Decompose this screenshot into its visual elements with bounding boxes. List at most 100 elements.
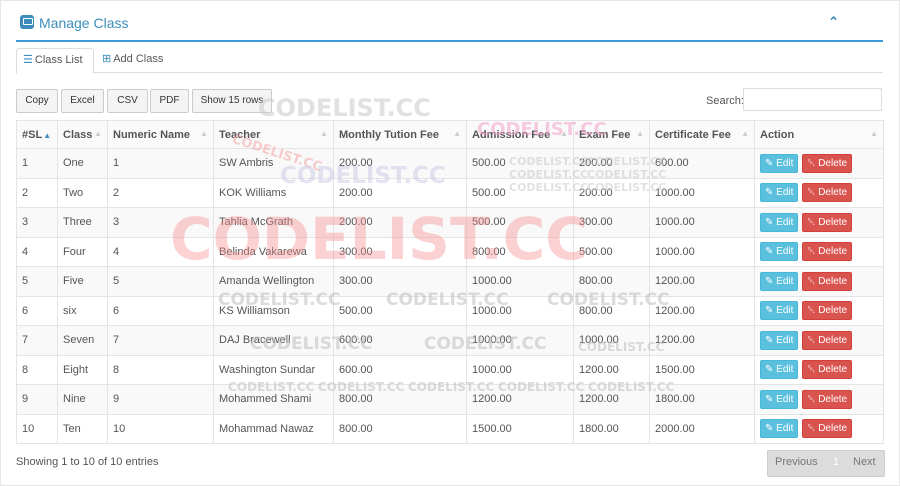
edit-button[interactable]: ✎ Edit [760,301,799,321]
edit-icon: ✎ [765,187,777,199]
table-cell: 500.00 [573,236,650,267]
table-cell: 4 [107,236,214,267]
col-certificate-fee[interactable]: Certificate Fee ▲ [649,120,755,149]
delete-button[interactable]: ␡ Delete [802,212,853,232]
delete-button[interactable]: ␡ Delete [802,271,853,291]
table-cell: 7 [107,325,214,356]
col-admission-fee[interactable]: Admission Fee ▲ [466,120,574,149]
delete-label: Delete [818,246,848,258]
edit-icon: ✎ [765,364,777,376]
table-row: 8 Eight 8 Washington Sundar 600.00 1000.00 120… [16,354,884,385]
col-monthly-fee[interactable]: Monthly Tution Fee ▲ [333,120,467,149]
delete-button[interactable]: ␡ Delete [802,183,853,203]
action-cell: ✎ Edit ␡ Delete [754,354,884,385]
table-cell: 1800.00 [573,413,650,444]
trash-icon: ␡ [807,423,819,435]
delete-label: Delete [818,216,848,228]
table-row: 7 Seven 7 DAJ Bracewell 600.00 1000.00 1000.00… [16,325,884,356]
table-info: Showing 1 to 10 of 10 entries [16,456,159,468]
table-cell: 1000.00 [466,354,574,385]
next-button[interactable]: Next [853,456,876,468]
trash-icon: ␡ [807,187,819,199]
table-cell: SW Ambris [213,148,334,179]
col-exam-fee[interactable]: Exam Fee ▲ [573,120,650,149]
table-cell: 1000.00 [466,266,574,297]
show-rows-button[interactable]: Show 15 rows [192,89,272,113]
class-icon [20,15,34,29]
table-cell: 3 [16,207,58,238]
delete-label: Delete [818,275,848,287]
table-cell: 300.00 [573,207,650,238]
search-input[interactable] [743,88,882,111]
delete-button[interactable]: ␡ Delete [802,389,853,409]
edit-label: Edit [776,364,794,376]
action-cell: ✎ Edit ␡ Delete [754,325,884,356]
delete-label: Delete [818,157,848,169]
table-cell: 1200.00 [649,266,755,297]
csv-button[interactable]: CSV [107,89,148,113]
delete-button[interactable]: ␡ Delete [802,301,853,321]
edit-button[interactable]: ✎ Edit [760,242,799,262]
pagination: Previous 1 Next [767,450,885,477]
edit-button[interactable]: ✎ Edit [760,212,799,232]
table-cell: 7 [16,325,58,356]
edit-button[interactable]: ✎ Edit [760,271,799,291]
trash-icon: ␡ [807,393,819,405]
col-teacher[interactable]: Teacher ▲ [213,120,334,149]
edit-button[interactable]: ✎ Edit [760,183,799,203]
tab-class-list[interactable]: ☰ Class List [16,48,94,74]
copy-button[interactable]: Copy [16,89,58,113]
delete-button[interactable]: ␡ Delete [802,419,853,439]
edit-label: Edit [776,216,794,228]
table-cell: 2 [16,177,58,208]
edit-button[interactable]: ✎ Edit [760,389,799,409]
tab-class-list-label: Class List [34,54,83,66]
table-cell: 3 [107,207,214,238]
table-cell: 200.00 [333,148,467,179]
edit-button[interactable]: ✎ Edit [760,330,799,350]
edit-button[interactable]: ✎ Edit [760,360,799,380]
table-row: 4 Four 4 Belinda Vakarewa 300.00 800.00 500.00… [16,236,884,267]
tab-add-class[interactable]: ⊞ Add Class [96,48,169,71]
previous-button[interactable]: Previous [775,456,818,468]
trash-icon: ␡ [807,334,819,346]
table-cell: 200.00 [573,148,650,179]
table-cell: 1000.00 [649,236,755,267]
table-cell: Amanda Wellington [213,266,334,297]
delete-button[interactable]: ␡ Delete [802,360,853,380]
table-cell: 2000.00 [649,413,755,444]
table-cell: 1 [16,148,58,179]
edit-button[interactable]: ✎ Edit [760,419,799,439]
page-button-1[interactable]: 1 [833,456,839,468]
edit-label: Edit [776,393,794,405]
table-cell: 300.00 [333,236,467,267]
col-numeric-name[interactable]: Numeric Name ▲ [107,120,214,149]
chevron-up-icon[interactable]: ⌃ [828,14,839,30]
col-action[interactable]: Action ▲ [754,120,884,149]
edit-label: Edit [776,305,794,317]
delete-button[interactable]: ␡ Delete [802,153,853,173]
delete-button[interactable]: ␡ Delete [802,242,853,262]
table-cell: Tahlia McGrath [213,207,334,238]
trash-icon: ␡ [807,305,819,317]
col-exam-fee-label: Exam Fee [579,128,631,141]
col-class[interactable]: Class ▲︎ [57,120,108,149]
edit-button[interactable]: ✎ Edit [760,153,799,173]
col-sl[interactable]: #SL▲ [16,120,58,149]
table-cell: Three [57,207,108,238]
sort-icon: ▲ [741,129,749,138]
sort-icon: ▲ [200,129,208,138]
delete-button[interactable]: ␡ Delete [802,330,853,350]
sort-icon: ▲ [453,129,461,138]
class-table: #SL▲ Class ▲︎ Numeric Name ▲ Teacher ▲ Mont… [16,120,884,444]
table-cell: 1800.00 [649,384,755,415]
edit-label: Edit [776,334,794,346]
excel-button[interactable]: Excel [61,89,104,113]
table-cell: 500.00 [466,177,574,208]
action-cell: ✎ Edit ␡ Delete [754,384,884,415]
table-cell: Nine [57,384,108,415]
pdf-button[interactable]: PDF [150,89,189,113]
edit-label: Edit [776,275,794,287]
delete-label: Delete [818,393,848,405]
table-cell: 9 [16,384,58,415]
